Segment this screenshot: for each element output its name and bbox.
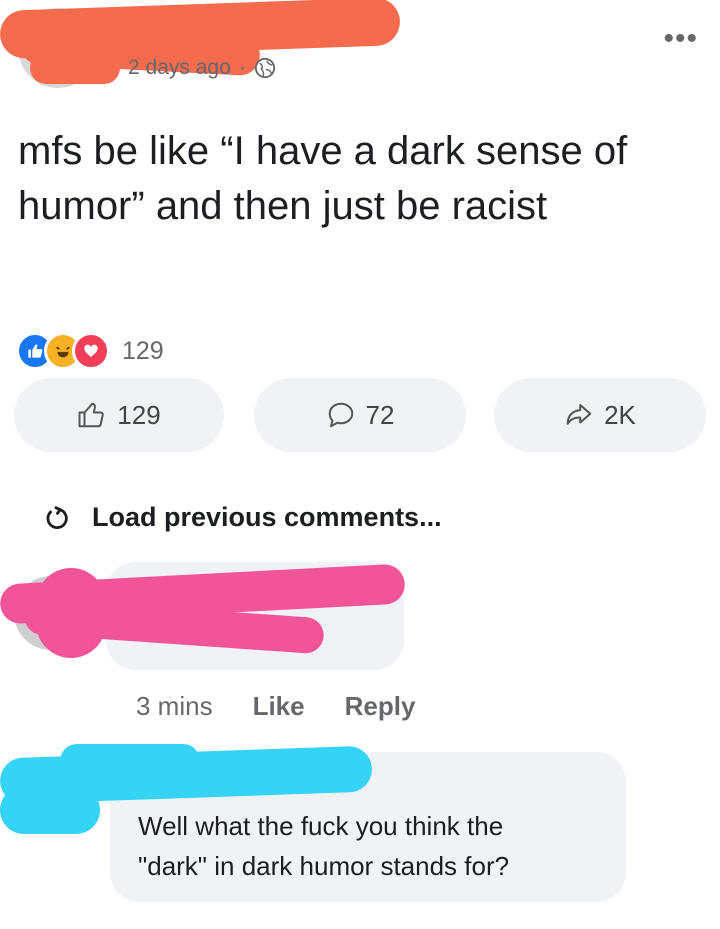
thumbs-up-icon	[78, 402, 105, 428]
load-previous-label: Load previous comments...	[92, 502, 442, 532]
share-button[interactable]: 2K	[494, 378, 706, 452]
reaction-summary[interactable]: 129	[16, 332, 164, 370]
redaction-mark	[30, 52, 120, 84]
post-timestamp[interactable]: 2 days ago	[128, 56, 231, 80]
load-previous-comments[interactable]: Load previous comments...	[44, 502, 442, 533]
comment-timestamp[interactable]: 3 mins	[136, 691, 213, 722]
redaction-mark	[0, 786, 100, 834]
love-reaction-icon	[72, 332, 110, 370]
comment-button[interactable]: 72	[254, 378, 466, 452]
comment-icon	[328, 402, 353, 428]
comment-actions: 3 mins Like Reply	[136, 691, 415, 722]
post-text: mfs be like “I have a dark sense of humo…	[18, 129, 628, 228]
like-button[interactable]: 129	[14, 378, 224, 452]
redaction-mark	[60, 744, 200, 778]
redaction-mark	[36, 568, 106, 658]
comment-text-line: "dark" in dark humor stands for?	[138, 851, 510, 881]
comment-count: 72	[365, 399, 395, 430]
refresh-icon	[46, 505, 68, 529]
globe-icon	[254, 57, 275, 79]
comment-text-line: Well what the fuck you think the	[138, 811, 504, 841]
share-count: 2K	[604, 399, 636, 430]
share-icon	[566, 404, 592, 425]
post-meta: 2 days ago ·	[128, 56, 276, 80]
reaction-count: 129	[122, 336, 164, 365]
comment-reply-button[interactable]: Reply	[345, 691, 416, 722]
like-count: 129	[117, 399, 161, 430]
more-options-icon[interactable]: •••	[663, 22, 698, 56]
comment-like-button[interactable]: Like	[253, 691, 305, 722]
comment-text: Well what the fuck you think the "dark" …	[138, 806, 618, 886]
meta-separator: ·	[238, 56, 246, 79]
